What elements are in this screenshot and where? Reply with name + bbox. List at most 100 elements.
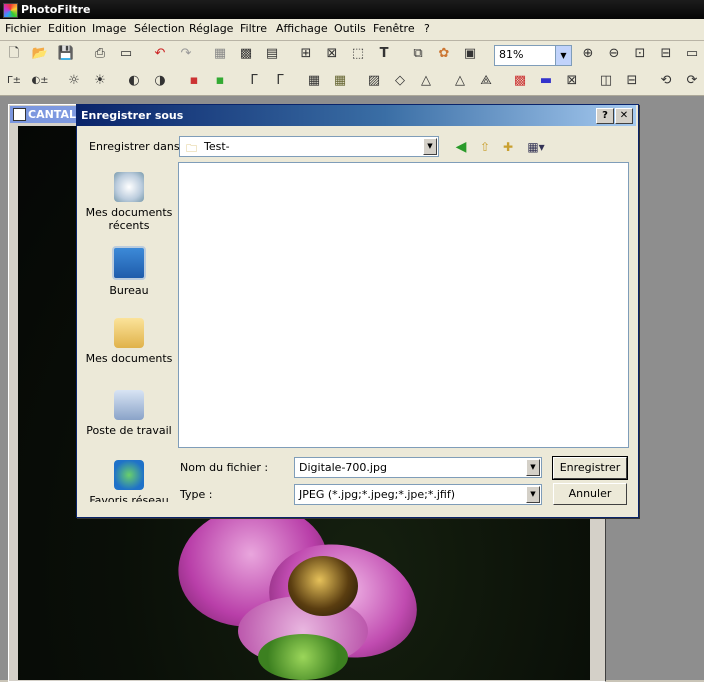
menu-reglage[interactable]: Réglage <box>189 22 233 35</box>
grid-color-icon[interactable]: ▦ <box>330 71 350 91</box>
blur-icon[interactable]: ▨ <box>364 71 384 91</box>
menu-selection[interactable]: Sélection <box>134 22 185 35</box>
zoom-in-icon[interactable]: ⊕ <box>578 44 598 64</box>
filename-input[interactable]: Digitale-700.jpg ▼ <box>294 457 542 478</box>
menu-fichier[interactable]: Fichier <box>5 22 41 35</box>
undo-icon[interactable]: ↶ <box>150 44 170 64</box>
brightness-down-icon[interactable]: ☼ <box>64 71 84 91</box>
place-label: Poste de travail <box>86 424 172 437</box>
menu-fenetre[interactable]: Fenêtre <box>373 22 415 35</box>
flip-horizontal-icon[interactable]: ◫ <box>596 71 616 91</box>
save-button[interactable]: Enregistrer <box>552 456 628 480</box>
help-button[interactable]: ? <box>596 108 614 124</box>
place-my-computer[interactable]: Poste de travail <box>84 390 174 437</box>
open-file-icon[interactable]: 📂 <box>30 44 50 64</box>
chevron-down-icon[interactable]: ▼ <box>526 486 540 503</box>
effects-icon[interactable]: ▤ <box>262 44 282 64</box>
up-folder-icon[interactable]: ⇧ <box>476 139 494 155</box>
place-label: Bureau <box>109 284 149 297</box>
type-value: JPEG (*.jpg;*.jpeg;*.jpe;*.jfif) <box>299 488 456 501</box>
bumblebee <box>288 556 358 616</box>
zoom-out-icon[interactable]: ⊖ <box>604 44 624 64</box>
chevron-down-icon[interactable]: ▼ <box>423 138 437 155</box>
back-icon[interactable]: ◀ <box>452 139 470 155</box>
fullscreen-icon[interactable]: ▭ <box>682 44 702 64</box>
app-title: PhotoFiltre <box>21 3 91 16</box>
text-tool-icon[interactable]: T <box>374 44 394 64</box>
app-title-bar: PhotoFiltre <box>0 0 704 19</box>
menu-help[interactable]: ? <box>424 22 430 35</box>
document-title: CANTAL- <box>28 108 81 121</box>
brightness-up-icon[interactable]: ☀ <box>90 71 110 91</box>
place-label: Favoris réseau <box>89 494 169 502</box>
save-icon[interactable]: 💾 <box>56 44 76 64</box>
grid-filter-icon[interactable]: ▦ <box>304 71 324 91</box>
palette-icon[interactable]: ▩ <box>236 44 256 64</box>
folder-icon: 🗀 <box>186 142 197 155</box>
copy-icon[interactable]: ▦ <box>210 44 230 64</box>
chevron-down-icon[interactable]: ▼ <box>555 46 571 65</box>
save-in-label: Enregistrer dans : <box>89 140 187 153</box>
network-icon <box>114 460 144 490</box>
sharpen-icon[interactable]: △ <box>416 71 436 91</box>
place-network[interactable]: Favoris réseau <box>84 460 174 502</box>
menu-outils[interactable]: Outils <box>334 22 366 35</box>
save-in-folder: Test- <box>204 140 230 153</box>
saturation-up-icon[interactable]: ▪ <box>210 71 230 91</box>
soften-icon[interactable]: ◇ <box>390 71 410 91</box>
menu-bar: Fichier Edition Image Sélection Réglage … <box>0 19 704 41</box>
layers-icon[interactable]: ⧉ <box>408 44 428 64</box>
contrast-up-icon[interactable]: ◑ <box>150 71 170 91</box>
filter-icon[interactable]: ✿ <box>434 44 454 64</box>
window-icon[interactable]: ▣ <box>460 44 480 64</box>
zoom-select[interactable]: 81% ▼ <box>494 45 572 66</box>
color-filter-icon[interactable]: ▩ <box>510 71 530 91</box>
gamma-up-icon[interactable]: Γ <box>270 71 290 91</box>
contrast-down-icon[interactable]: ◐ <box>124 71 144 91</box>
type-select[interactable]: JPEG (*.jpg;*.jpeg;*.jpe;*.jfif) ▼ <box>294 484 542 505</box>
rotate-right-icon[interactable]: ⟳ <box>682 71 702 91</box>
menu-edition[interactable]: Edition <box>48 22 86 35</box>
place-desktop[interactable]: Bureau <box>84 246 174 297</box>
print-icon[interactable]: ⎙ <box>90 44 110 64</box>
file-list[interactable] <box>178 162 629 448</box>
transform-icon[interactable]: ⊞ <box>296 44 316 64</box>
zoom-value: 81% <box>499 48 524 61</box>
crop-icon[interactable]: ⬚ <box>348 44 368 64</box>
save-in-select[interactable]: 🗀 Test- ▼ <box>179 136 439 157</box>
fit-window-icon[interactable]: ⊟ <box>656 44 676 64</box>
desktop-icon <box>112 246 146 280</box>
gradient-icon[interactable]: ▬ <box>536 71 556 91</box>
transparency-icon[interactable]: ⊠ <box>562 71 582 91</box>
cancel-button[interactable]: Annuler <box>553 483 627 505</box>
type-label: Type : <box>180 488 213 501</box>
place-my-documents[interactable]: Mes documents <box>84 318 174 365</box>
chevron-down-icon[interactable]: ▼ <box>526 459 540 476</box>
saturation-down-icon[interactable]: ▪ <box>184 71 204 91</box>
auto-contrast-icon[interactable]: ◐± <box>30 71 50 91</box>
triangle-icon[interactable]: △ <box>450 71 470 91</box>
close-button[interactable]: ✕ <box>615 108 633 124</box>
dialog-title-bar: Enregistrer sous ? ✕ <box>77 105 636 126</box>
menu-filtre[interactable]: Filtre <box>240 22 267 35</box>
new-folder-icon[interactable]: ✚ <box>499 139 517 155</box>
rotate-icon[interactable]: ⊠ <box>322 44 342 64</box>
actual-size-icon[interactable]: ⊡ <box>630 44 650 64</box>
my-computer-icon <box>114 390 144 420</box>
redo-icon[interactable]: ↷ <box>176 44 196 64</box>
auto-levels-icon[interactable]: Γ± <box>4 71 24 91</box>
cone-icon[interactable]: ⟁ <box>476 71 496 91</box>
recent-documents-icon <box>114 172 144 202</box>
view-menu-icon[interactable]: ▦▾ <box>524 139 548 155</box>
new-file-icon[interactable]: 🗋 <box>4 44 24 64</box>
menu-image[interactable]: Image <box>92 22 126 35</box>
filename-value: Digitale-700.jpg <box>299 461 387 474</box>
place-recent[interactable]: Mes documents récents <box>84 172 174 232</box>
place-label: Mes documents récents <box>85 206 173 232</box>
filename-label: Nom du fichier : <box>180 461 269 474</box>
rotate-left-icon[interactable]: ⟲ <box>656 71 676 91</box>
gamma-down-icon[interactable]: Γ <box>244 71 264 91</box>
flip-vertical-icon[interactable]: ⊟ <box>622 71 642 91</box>
menu-affichage[interactable]: Affichage <box>276 22 328 35</box>
scanner-icon[interactable]: ▭ <box>116 44 136 64</box>
